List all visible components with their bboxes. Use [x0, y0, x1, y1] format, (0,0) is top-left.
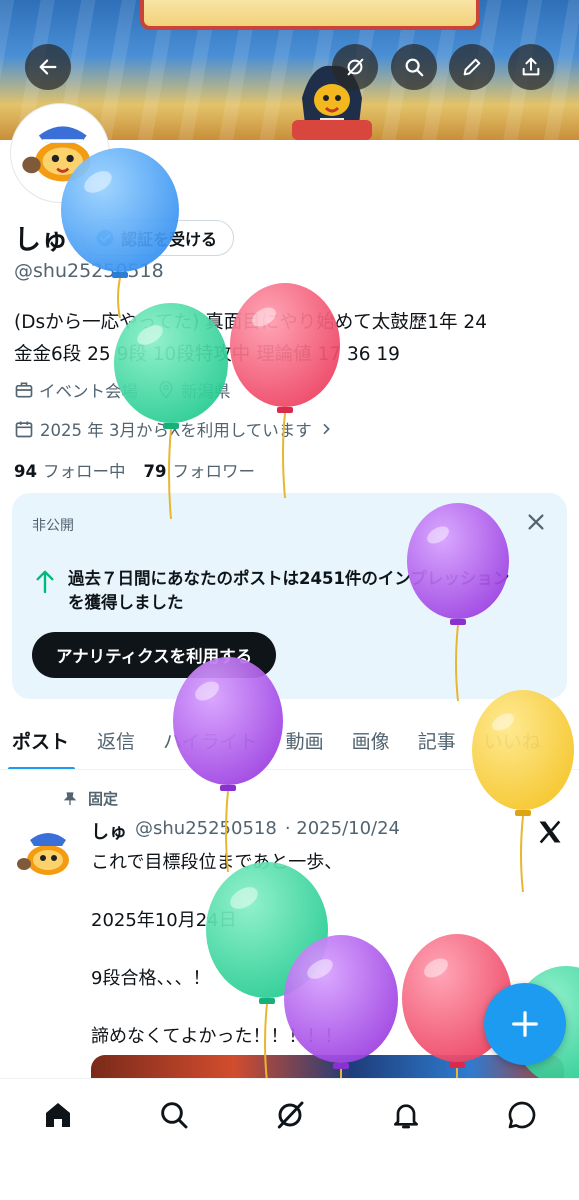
share-icon: [522, 57, 540, 76]
close-icon[interactable]: [525, 511, 547, 533]
impressions-summary: 過去７日間にあなたのポストは2451件のインプレッション を獲得しました: [34, 567, 554, 615]
post-text: これで目標段位まであと一歩、 2025年10月24日 9段合格、、、！ 諦めなく…: [91, 848, 342, 1080]
joined-label: 2025 年 3月からXを利用しています: [40, 421, 312, 440]
post-date[interactable]: · 2025/10/24: [285, 818, 400, 844]
pin-icon: [63, 791, 77, 805]
followers-link[interactable]: 79 フォロワー: [143, 458, 254, 482]
tab-replies[interactable]: 返信: [83, 712, 149, 769]
post-line: これで目標段位まであと一歩、: [91, 852, 343, 873]
profile-category: イベント会場: [14, 378, 138, 402]
profile-location: 新潟県: [156, 378, 231, 402]
profile-avatar[interactable]: [11, 104, 109, 202]
following-label: フォロー中: [42, 462, 126, 481]
tab-videos[interactable]: 動画: [272, 712, 338, 769]
pinned-label: 固定: [88, 790, 119, 808]
post-author-name[interactable]: しゅ: [91, 818, 127, 844]
banner-tag: [292, 120, 372, 140]
search-icon: [161, 1102, 188, 1129]
tab-media[interactable]: 画像: [338, 712, 404, 769]
home-icon: [46, 1103, 70, 1127]
analytics-card: 非公開 過去７日間にあなたのポストは2451件のインプレッション を獲得しました…: [12, 493, 567, 699]
bio-line: (Dsから一応やってた) 真面目にやり始めて太鼓歴1年 24: [14, 312, 487, 333]
profile-bio: (Dsから一応やってた) 真面目にやり始めて太鼓歴1年 24 金金6段 25 9…: [14, 307, 569, 371]
use-analytics-button[interactable]: アナリティクスを利用する: [32, 632, 277, 678]
post-line: 9段合格、、、！: [91, 968, 211, 989]
chevron-right-icon: [323, 423, 330, 435]
tab-likes[interactable]: いいね: [470, 712, 555, 769]
grok-icon: [277, 1101, 304, 1129]
arrow-up-icon: [36, 570, 54, 594]
pencil-icon: [463, 58, 481, 76]
share-button[interactable]: [508, 44, 554, 90]
post-line: 諦めなくてよかった！！！！！: [91, 1026, 343, 1047]
profile-joined[interactable]: 2025 年 3月からXを利用しています: [14, 417, 334, 441]
edit-button[interactable]: [449, 44, 495, 90]
followers-count: 79: [143, 462, 167, 481]
nav-notifications[interactable]: [386, 1095, 426, 1135]
tab-articles[interactable]: 記事: [404, 712, 470, 769]
post-header: しゅ @shu25250518 · 2025/10/24: [91, 818, 400, 844]
nav-messages[interactable]: [502, 1095, 542, 1135]
nav-grok[interactable]: [270, 1095, 310, 1135]
get-verified-label: 認証を受ける: [121, 229, 218, 249]
bell-icon: [394, 1104, 418, 1129]
grok-icon: [347, 58, 364, 76]
profile-tabs: ポスト 返信 ハイライト 動画 画像 記事 いいね: [0, 712, 579, 770]
profile-name: しゅ: [14, 225, 68, 256]
search-button[interactable]: [391, 44, 437, 90]
tab-highlights[interactable]: ハイライト: [149, 712, 272, 769]
nav-search[interactable]: [154, 1095, 194, 1135]
banner-sign: [140, 0, 480, 30]
profile-handle: @shu25250518: [14, 260, 164, 282]
post-author-avatar[interactable]: [12, 820, 78, 886]
bio-line: 金金6段 25 9段 10段特攻中 理論値 17 36 19: [14, 344, 400, 365]
get-verified-button[interactable]: 認証を受ける: [82, 219, 235, 256]
grok-button[interactable]: [332, 44, 378, 90]
avatar-character-image: [22, 126, 91, 182]
location-label: 新潟県: [181, 382, 231, 401]
briefcase-icon: [15, 382, 33, 398]
pinned-indicator: 固定: [62, 788, 118, 809]
x-logo-icon: [539, 820, 561, 844]
bottom-navigation: [0, 1078, 579, 1200]
private-label: 非公開: [32, 518, 74, 534]
messages-icon: [508, 1101, 536, 1129]
post-line: 2025年10月24日: [91, 910, 237, 931]
compose-post-button[interactable]: [484, 983, 566, 1065]
followers-label: フォロワー: [172, 462, 255, 481]
category-label: イベント会場: [39, 382, 138, 401]
avatar-character-image: [17, 833, 69, 875]
tab-posts[interactable]: ポスト: [0, 712, 83, 769]
back-button[interactable]: [25, 44, 71, 90]
following-count: 94: [14, 462, 37, 481]
search-icon: [405, 58, 424, 77]
post-author-handle[interactable]: @shu25250518: [135, 818, 277, 844]
arrow-left-icon: [39, 59, 57, 75]
location-pin-icon: [159, 380, 173, 399]
plus-icon: [512, 1011, 538, 1037]
impressions-text: を獲得しました: [68, 593, 184, 612]
verified-badge-icon: [96, 229, 114, 246]
following-link[interactable]: 94 フォロー中: [14, 458, 125, 482]
impressions-text: 過去７日間にあなたのポストは2451件のインプレッション: [68, 569, 510, 588]
nav-home[interactable]: [38, 1095, 78, 1135]
calendar-icon: [15, 421, 33, 438]
